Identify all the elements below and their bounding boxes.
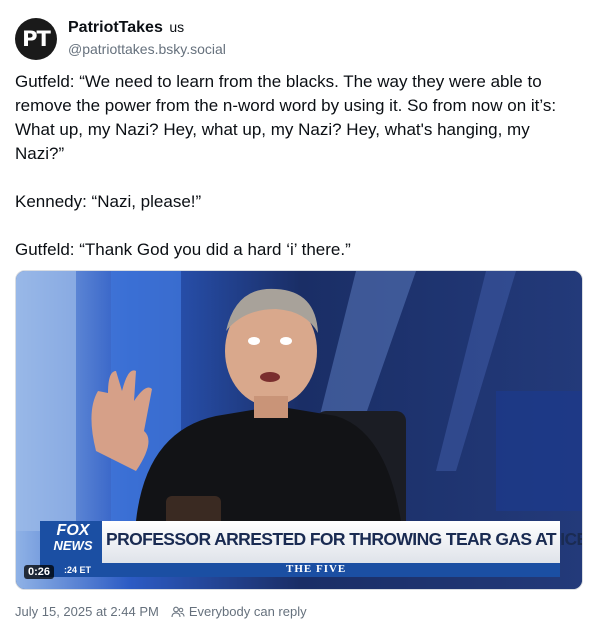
- video-duration: 0:26: [24, 565, 55, 579]
- reply-setting-label: Everybody can reply: [188, 604, 307, 619]
- post-text: Gutfeld: “We need to learn from the blac…: [15, 70, 575, 262]
- chyron-headline: PROFESSOR ARRESTED FOR THROWING TEAR GAS…: [106, 529, 583, 549]
- post-header: PT PatriotTakes us @patriottakes.bsky.so…: [15, 16, 575, 60]
- network-logo-line2: NEWS: [53, 538, 93, 553]
- post-paragraph-2: Kennedy: “Nazi, please!”: [15, 192, 202, 211]
- post-paragraph-1: Gutfeld: “We need to learn from the blac…: [15, 72, 557, 163]
- reply-setting: Everybody can reply: [171, 604, 307, 619]
- avatar[interactable]: PT: [15, 18, 57, 60]
- clock-label: :24 ET: [64, 565, 92, 575]
- post-footer: July 15, 2025 at 2:44 PM Everybody can r…: [15, 604, 307, 619]
- verified-badge: us: [169, 19, 185, 35]
- people-icon: [171, 606, 185, 617]
- show-name: THE FIVE: [286, 563, 347, 575]
- network-logo: FOX NEWS: [46, 522, 100, 554]
- post-paragraph-3: Gutfeld: “Thank God you did a hard ‘i’ t…: [15, 240, 351, 259]
- author-handle[interactable]: @patriottakes.bsky.social: [68, 41, 226, 57]
- author-display-name[interactable]: PatriotTakes: [68, 19, 163, 36]
- video-thumbnail[interactable]: FOX NEWS PROFESSOR ARRESTED FOR THROWING…: [15, 270, 583, 590]
- post-timestamp[interactable]: July 15, 2025 at 2:44 PM: [15, 604, 159, 619]
- network-logo-line1: FOX: [56, 522, 90, 539]
- author-name-line[interactable]: PatriotTakes us: [68, 19, 184, 37]
